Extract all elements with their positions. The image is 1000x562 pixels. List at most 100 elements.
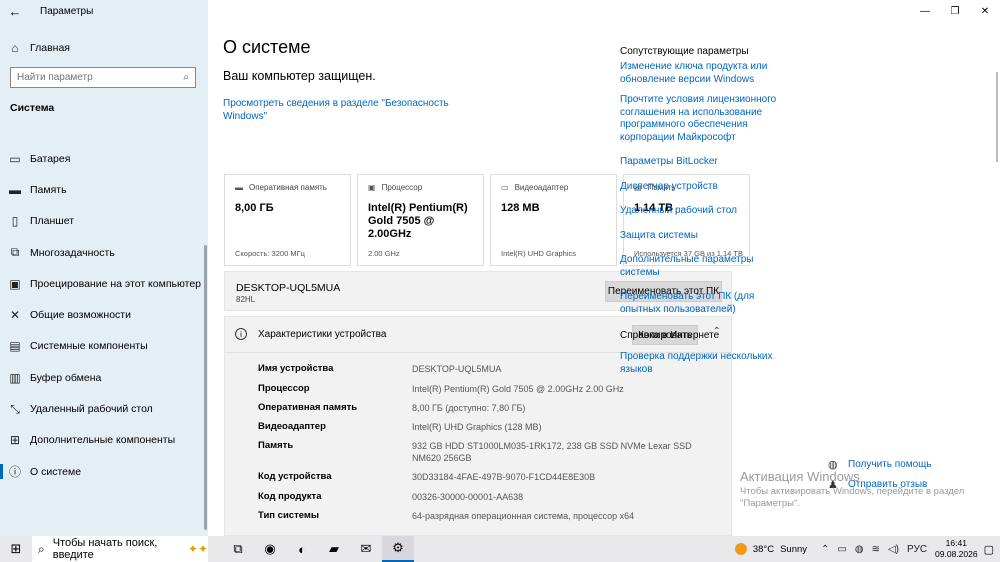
card-value: 128 MB bbox=[501, 202, 540, 214]
remote-desktop-icon: ⤡ bbox=[10, 401, 20, 416]
system-tray: 38°C Sunny ⌃ ▭ ◍ ≋ ◁) РУС 16:41 09.08.20… bbox=[734, 536, 1000, 562]
sidebar-item-shared-experiences[interactable]: ✕ Общие возможности bbox=[0, 299, 208, 330]
sidebar-item-tablet[interactable]: ▯ Планшет bbox=[0, 206, 208, 237]
home-icon: ⌂ bbox=[11, 41, 19, 55]
sidebar-item-battery[interactable]: ▭ Батарея bbox=[0, 143, 208, 174]
multitasking-icon: ⧉ bbox=[10, 245, 20, 260]
sidebar-item-projecting[interactable]: ▣ Проецирование на этот компьютер bbox=[0, 268, 208, 299]
sidebar-item-clipboard[interactable]: ▥ Буфер обмена bbox=[0, 362, 208, 393]
related-link[interactable]: Диспетчер устройств bbox=[620, 181, 785, 194]
spec-card: ▭ Видеоадаптер 128 MB Intel(R) UHD Graphics bbox=[490, 174, 617, 266]
ram-icon: ▬ bbox=[235, 183, 243, 192]
weather-temp: 38°C bbox=[752, 543, 775, 555]
back-arrow-icon[interactable]: ← bbox=[0, 0, 30, 22]
card-header: ▬ Оперативная память bbox=[235, 183, 340, 192]
sidebar-item-label: Системные компоненты bbox=[30, 340, 148, 353]
clock-date: 09.08.2026 bbox=[935, 549, 978, 559]
related-settings: Сопутствующие параметры Изменение ключа … bbox=[620, 46, 785, 376]
search-icon: ⌕ bbox=[38, 541, 45, 556]
volume-icon[interactable]: ◁) bbox=[888, 544, 899, 555]
related-link[interactable]: Удаленный рабочий стол bbox=[620, 205, 785, 218]
weather-text: Sunny bbox=[780, 543, 808, 555]
related-link[interactable]: Переименовать этот ПК (для опытных польз… bbox=[620, 291, 785, 316]
related-link[interactable]: Защита системы bbox=[620, 230, 785, 243]
related-links: Изменение ключа продукта или обновление … bbox=[620, 61, 785, 316]
spec-label: Видеоадаптер bbox=[258, 421, 326, 432]
sidebar-item-label: Дополнительные компоненты bbox=[30, 434, 176, 447]
spec-row: Код продукта 00326-30000-00001-AA638 bbox=[258, 491, 718, 503]
help-link[interactable]: Проверка поддержки нескольких языков bbox=[620, 351, 785, 376]
spec-label: Код продукта bbox=[258, 491, 322, 502]
activation-watermark: Активация Windows Чтобы активировать Win… bbox=[740, 469, 980, 510]
spec-row: Процессор Intel(R) Pentium(R) Gold 7505 @… bbox=[258, 383, 718, 395]
about-icon: ⓘ bbox=[8, 465, 21, 480]
info-icon: i bbox=[235, 328, 247, 340]
file-explorer-icon[interactable]: ▰ bbox=[318, 536, 350, 562]
related-link[interactable]: Прочтите условия лицензионного соглашени… bbox=[620, 94, 785, 144]
minimize-icon[interactable]: — bbox=[910, 0, 940, 22]
spec-row: Память 932 GB HDD ST1000LM035-1RK172, 238… bbox=[258, 440, 718, 464]
settings-search[interactable]: ⌕ bbox=[10, 67, 196, 88]
sidebar-item-label: Общие возможности bbox=[30, 309, 131, 322]
related-link[interactable]: Дополнительные параметры системы bbox=[620, 254, 785, 279]
sidebar-item-optional-features[interactable]: ⊞ Дополнительные компоненты bbox=[0, 425, 208, 456]
spec-card: ▣ Процессор Intel(R) Pentium(R) Gold 7505 … bbox=[357, 174, 484, 266]
wifi-icon[interactable]: ≋ bbox=[872, 544, 880, 555]
sidebar-item-storage[interactable]: ▬ Память bbox=[0, 174, 208, 205]
related-link[interactable]: Параметры BitLocker bbox=[620, 156, 785, 169]
spec-row: Код устройства 30D33184-4FAE-497B-9070-F1… bbox=[258, 471, 718, 483]
taskbar-search-placeholder: Чтобы начать поиск, введите bbox=[52, 537, 158, 561]
gpu-icon: ▭ bbox=[501, 183, 509, 192]
sidebar-scrollbar[interactable] bbox=[204, 245, 207, 530]
tablet-icon: ▯ bbox=[11, 214, 19, 229]
activation-text: Чтобы активировать Windows, перейдите в … bbox=[740, 486, 965, 509]
spec-label: Код устройства bbox=[258, 471, 332, 482]
cpu-icon: ▣ bbox=[368, 183, 376, 192]
card-footer: Скорость: 3200 МГц bbox=[235, 249, 305, 258]
sidebar-item-home[interactable]: ⌂ Главная bbox=[0, 37, 208, 59]
sidebar-item-about[interactable]: ⓘ О системе bbox=[0, 456, 208, 487]
security-details-link[interactable]: Просмотреть сведения в разделе "Безопасн… bbox=[223, 97, 453, 123]
related-link[interactable]: Изменение ключа продукта или обновление … bbox=[620, 61, 785, 86]
card-title: Оперативная память bbox=[249, 183, 327, 192]
taskbar-search[interactable]: ⌕ Чтобы начать поиск, введите ✦✦ bbox=[32, 536, 208, 562]
maximize-icon[interactable]: ❐ bbox=[940, 0, 970, 22]
spec-value: 8,00 ГБ (доступно: 7,80 ГБ) bbox=[412, 403, 526, 413]
language-indicator[interactable]: РУС bbox=[907, 544, 927, 555]
spec-value: 932 GB HDD ST1000LM035-1RK172, 238 GB SS… bbox=[412, 441, 692, 463]
device-name: DESKTOP-UQL5MUA bbox=[236, 282, 341, 294]
sidebar: ← Параметры ⌂ Главная ⌕ Система ▭ Батарея… bbox=[0, 0, 208, 536]
clock-time: 16:41 bbox=[945, 538, 967, 548]
chevron-up-icon[interactable]: ⌃ bbox=[821, 544, 829, 555]
sidebar-item-multitasking[interactable]: ⧉ Многозадачность bbox=[0, 237, 208, 268]
main-scrollbar[interactable] bbox=[996, 72, 998, 162]
spec-label: Процессор bbox=[258, 383, 310, 394]
task-view-icon[interactable]: ⧉ bbox=[222, 536, 254, 562]
projecting-icon: ▣ bbox=[9, 276, 21, 291]
sidebar-item-label: Главная bbox=[30, 42, 70, 54]
device-model: 82HL bbox=[236, 295, 256, 304]
search-icon[interactable]: ⌕ bbox=[183, 72, 189, 83]
titlebar: ← Параметры bbox=[0, 0, 208, 22]
spec-label: Оперативная память bbox=[258, 402, 358, 413]
windows-start-icon[interactable]: ⊞ bbox=[0, 536, 32, 562]
close-icon[interactable]: ✕ bbox=[970, 0, 1000, 22]
settings-icon[interactable]: ⚙ bbox=[382, 536, 414, 562]
spec-value: 64-разрядная операционная система, проце… bbox=[412, 511, 635, 521]
clock[interactable]: 16:41 09.08.2026 bbox=[935, 538, 978, 560]
section-title: Система bbox=[10, 102, 55, 114]
sidebar-item-system-components[interactable]: ▤ Системные компоненты bbox=[0, 331, 208, 362]
spec-value: 30D33184-4FAE-497B-9070-F1CD44E8E30B bbox=[412, 472, 596, 482]
battery-icon[interactable]: ▭ bbox=[837, 544, 846, 555]
sun-icon bbox=[734, 543, 747, 555]
search-input[interactable] bbox=[17, 72, 177, 83]
copilot-icon[interactable]: ◉ bbox=[254, 536, 286, 562]
device-specs-title: Характеристики устройства bbox=[258, 329, 387, 340]
network-icon[interactable]: ◍ bbox=[855, 544, 864, 555]
weather-widget[interactable]: 38°C Sunny bbox=[734, 543, 808, 555]
outlook-icon[interactable]: ✉ bbox=[350, 536, 382, 562]
sidebar-item-remote-desktop[interactable]: ⤡ Удаленный рабочий стол bbox=[0, 393, 208, 424]
notification-icon[interactable]: ▢ bbox=[984, 543, 994, 556]
spec-row: Оперативная память 8,00 ГБ (доступно: 7,8… bbox=[258, 402, 718, 414]
edge-icon[interactable]: ◐ bbox=[286, 536, 318, 562]
